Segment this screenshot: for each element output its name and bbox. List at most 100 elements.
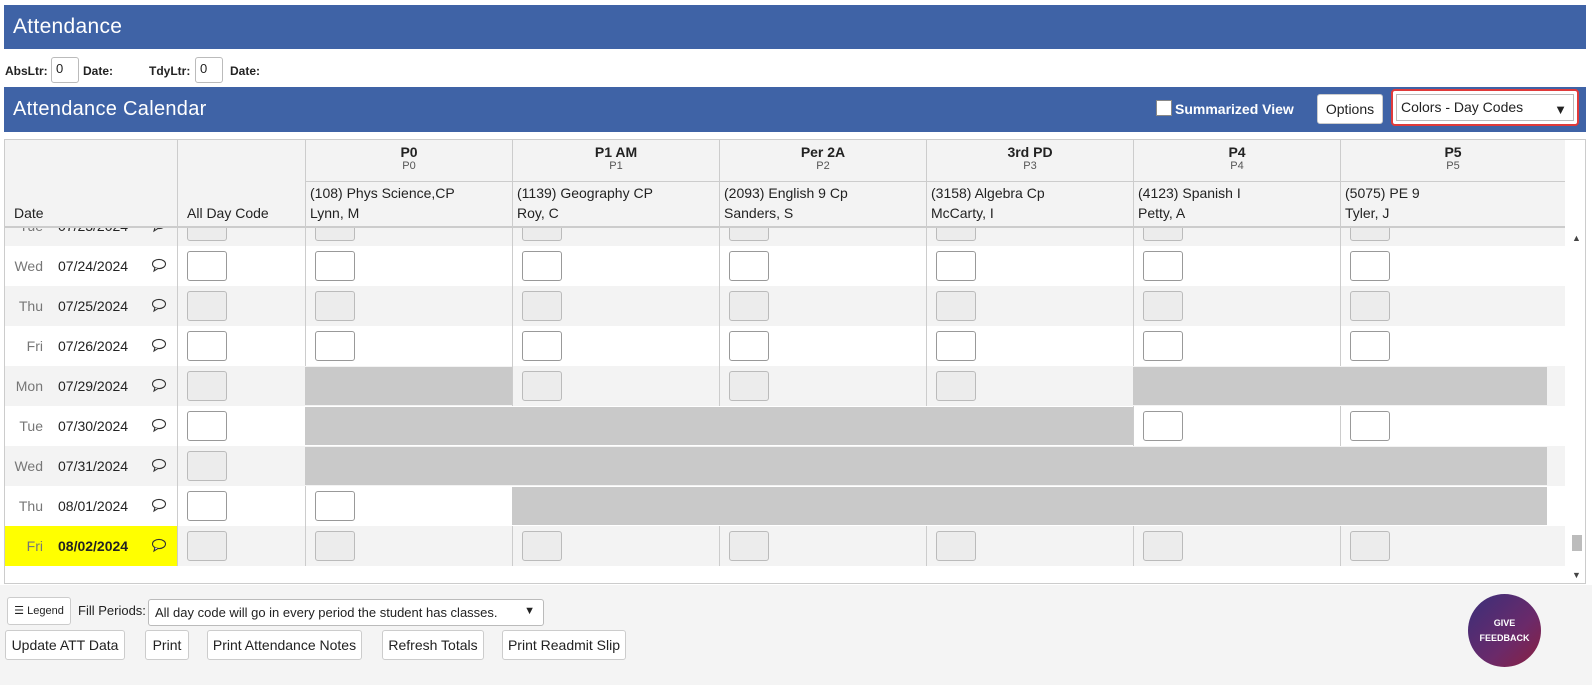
period-cell (305, 286, 512, 326)
date-cell: Wed 07/24/2024 (5, 246, 177, 286)
note-icon[interactable] (151, 457, 167, 473)
course-name: (4123) Spanish I (1138, 185, 1241, 201)
allday-column-header: All Day Code (187, 205, 269, 221)
scroll-thumb[interactable] (1572, 535, 1582, 551)
period-code-input[interactable] (1143, 251, 1183, 281)
period-cell (719, 366, 926, 406)
period-code-input[interactable] (522, 331, 562, 361)
period-cell (926, 326, 1133, 366)
note-icon[interactable] (151, 377, 167, 393)
period-code-input[interactable] (729, 331, 769, 361)
grid-body[interactable]: Tue 07/23/2024 Wed 07/24/2024 Thu 07/25/2024 F… (5, 228, 1565, 583)
calendar-row: Tue 07/23/2024 (5, 228, 1565, 246)
period-code-input[interactable] (315, 491, 355, 521)
allday-code-input[interactable] (187, 331, 227, 361)
print-button[interactable]: Print (145, 630, 189, 660)
legend-button[interactable]: ☰ Legend (7, 597, 71, 625)
note-icon[interactable] (151, 497, 167, 513)
period-cell (512, 526, 719, 566)
period-cell (1133, 246, 1340, 286)
note-icon[interactable] (151, 417, 167, 433)
header-divider (720, 181, 926, 182)
note-icon[interactable] (151, 228, 167, 233)
scroll-down-icon[interactable]: ▼ (1572, 570, 1581, 580)
absltr-input[interactable]: 0 (51, 57, 79, 83)
allday-code-input[interactable] (187, 251, 227, 281)
period-code-input (936, 371, 976, 401)
period-code-input[interactable] (522, 251, 562, 281)
period-code-input[interactable] (1143, 331, 1183, 361)
no-class-block (305, 447, 1547, 485)
period-name: Per 2A (800, 144, 846, 160)
calendar-row: Mon 07/29/2024 (5, 366, 1565, 406)
period-code-input (522, 228, 562, 241)
allday-code-input[interactable] (187, 411, 227, 441)
print-readmit-slip-button[interactable]: Print Readmit Slip (502, 630, 626, 660)
period-cell (305, 326, 512, 366)
period-cell (719, 526, 926, 566)
allday-code-input[interactable] (187, 491, 227, 521)
period-code-input[interactable] (1350, 251, 1390, 281)
summarized-view-checkbox[interactable] (1156, 100, 1172, 116)
period-cell (512, 246, 719, 286)
tdyltr-input[interactable]: 0 (195, 57, 223, 83)
color-mode-select[interactable]: Colors - Day Codes ▼ (1391, 89, 1579, 126)
row-date: 07/26/2024 (58, 338, 129, 354)
note-icon[interactable] (151, 297, 167, 313)
period-cell (512, 366, 719, 406)
scroll-up-icon[interactable]: ▲ (1572, 233, 1581, 243)
note-icon[interactable] (151, 257, 167, 273)
no-class-block (305, 407, 1133, 445)
allday-code-cell (177, 228, 305, 246)
print-attendance-notes-button[interactable]: Print Attendance Notes (207, 630, 362, 660)
period-cell (719, 228, 926, 246)
course-name: (108) Phys Science,CP (310, 185, 455, 201)
period-name: 3rd PD (1007, 144, 1053, 160)
period-code-input[interactable] (1143, 411, 1183, 441)
note-icon[interactable] (151, 337, 167, 353)
give-feedback-button[interactable]: GIVE FEEDBACK (1468, 594, 1541, 667)
period-cell (719, 246, 926, 286)
period-code-input (1350, 531, 1390, 561)
period-cell (1340, 326, 1547, 366)
dropdown-arrow-icon: ▼ (1554, 102, 1567, 117)
fill-periods-select[interactable]: All day code will go in every period the… (148, 599, 544, 626)
course-name: (1139) Geography CP (517, 185, 653, 201)
period-name: P4 (1228, 144, 1246, 160)
period-code-input[interactable] (1350, 331, 1390, 361)
date-cell: Thu 07/25/2024 (5, 286, 177, 326)
allday-column-header-cell: All Day Code (177, 140, 305, 228)
period-cell (1133, 286, 1340, 326)
refresh-totals-button[interactable]: Refresh Totals (382, 630, 484, 660)
grid-scrollbar[interactable]: ▲ ▼ (1567, 228, 1585, 583)
period-code-input[interactable] (315, 331, 355, 361)
period-name: P1 AM (594, 144, 638, 160)
allday-code-input (187, 371, 227, 401)
period-cell (926, 246, 1133, 286)
header-divider (927, 181, 1133, 182)
no-class-block (512, 487, 1547, 525)
update-att-data-button[interactable]: Update ATT Data (5, 630, 125, 660)
date-cell: Fri 07/26/2024 (5, 326, 177, 366)
date-cell: Tue 07/30/2024 (5, 406, 177, 446)
period-code-input[interactable] (315, 251, 355, 281)
period-code-input[interactable] (1350, 411, 1390, 441)
page-title: Attendance (13, 15, 123, 38)
period-code-input[interactable] (936, 331, 976, 361)
period-column-header: Per 2A P2 (2093) English 9 Cp Sanders, S (719, 140, 926, 228)
teacher-name: McCarty, I (931, 205, 994, 221)
period-code-input (522, 291, 562, 321)
period-cell (512, 286, 719, 326)
teacher-name: Petty, A (1138, 205, 1186, 221)
note-icon[interactable] (151, 537, 167, 553)
period-code-input (1143, 228, 1183, 241)
day-of-week: Thu (18, 298, 43, 314)
period-cell (305, 486, 512, 526)
header-divider (1341, 181, 1565, 182)
feedback-line1: GIVE (1493, 618, 1516, 628)
period-code-input (315, 291, 355, 321)
period-code-input[interactable] (936, 251, 976, 281)
options-button[interactable]: Options (1317, 94, 1383, 124)
period-code-input[interactable] (729, 251, 769, 281)
calendar-row: Fri 08/02/2024 (5, 526, 1565, 566)
